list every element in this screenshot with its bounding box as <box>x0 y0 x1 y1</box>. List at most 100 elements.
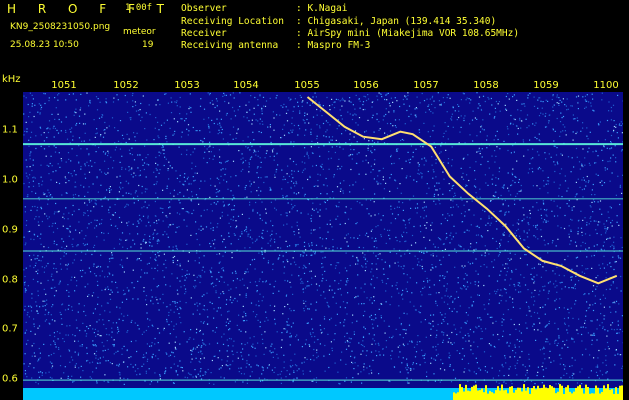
noise-dot <box>352 114 354 116</box>
noise-dot <box>101 289 103 291</box>
noise-dot <box>296 225 298 227</box>
noise-dot <box>273 148 275 150</box>
noise-dot <box>283 272 285 274</box>
noise-dot <box>77 244 79 246</box>
noise-dot <box>446 219 449 222</box>
noise-dot <box>129 168 131 170</box>
noise-dot <box>314 92 316 94</box>
noise-dot <box>262 369 264 371</box>
noise-dot <box>42 192 45 194</box>
noise-dot <box>134 243 136 245</box>
noise-dot <box>131 319 133 322</box>
noise-dot <box>522 141 525 143</box>
noise-dot <box>561 281 563 283</box>
noise-dot <box>65 131 67 133</box>
noise-dot <box>418 131 421 133</box>
noise-dot <box>567 317 569 319</box>
noise-dot <box>189 93 191 95</box>
noise-dot <box>25 321 27 323</box>
noise-dot <box>539 140 541 142</box>
noise-dot <box>518 178 520 181</box>
noise-dot <box>212 103 214 105</box>
noise-dot <box>302 291 305 293</box>
noise-dot <box>513 323 515 326</box>
noise-dot <box>40 145 42 147</box>
noise-dot <box>222 168 224 170</box>
noise-dot <box>461 199 463 201</box>
noise-dot <box>432 320 434 322</box>
noise-dot <box>203 137 205 140</box>
noise-dot <box>36 257 38 260</box>
noise-dot <box>543 347 545 349</box>
noise-dot <box>190 297 192 299</box>
noise-dot <box>302 169 305 171</box>
noise-dot <box>101 305 103 307</box>
noise-dot <box>478 103 480 105</box>
noise-dot <box>279 373 281 375</box>
noise-dot <box>523 218 525 220</box>
noise-dot <box>94 328 96 330</box>
noise-dot <box>40 108 42 110</box>
noise-dot <box>610 311 612 313</box>
noise-dot <box>351 361 353 363</box>
spectrogram-background <box>23 92 623 400</box>
noise-dot <box>338 382 340 385</box>
noise-dot <box>467 286 469 288</box>
noise-dot <box>609 206 611 208</box>
noise-dot <box>245 146 247 148</box>
noise-dot <box>199 130 201 132</box>
noise-dot <box>257 176 260 179</box>
noise-dot <box>45 265 47 267</box>
noise-dot <box>420 291 422 293</box>
noise-dot <box>117 99 119 101</box>
noise-dot <box>169 127 171 129</box>
noise-dot <box>28 182 30 184</box>
y-tick-label: 0.7 <box>2 323 18 335</box>
noise-dot <box>519 235 521 237</box>
noise-dot <box>226 339 228 341</box>
noise-dot <box>85 253 87 255</box>
noise-dot <box>510 114 512 117</box>
noise-dot <box>523 103 525 105</box>
noise-dot <box>310 220 312 222</box>
noise-dot <box>34 218 36 220</box>
noise-dot <box>227 318 229 320</box>
noise-dot <box>70 131 72 133</box>
noise-dot <box>498 171 500 173</box>
noise-dot <box>500 194 502 197</box>
noise-dot <box>80 184 82 186</box>
noise-dot <box>156 286 158 288</box>
noise-dot <box>595 277 597 279</box>
noise-dot <box>97 362 99 364</box>
noise-dot <box>459 305 461 307</box>
noise-dot <box>526 264 528 266</box>
noise-dot <box>179 181 181 183</box>
noise-dot <box>508 190 510 192</box>
noise-dot <box>232 345 234 347</box>
noise-dot <box>138 184 140 187</box>
noise-dot <box>334 362 336 364</box>
noise-dot <box>291 117 293 119</box>
noise-dot <box>258 377 260 379</box>
noise-dot <box>385 108 387 110</box>
noise-dot <box>47 262 49 265</box>
noise-dot <box>606 335 608 337</box>
noise-dot <box>605 277 607 279</box>
noise-dot <box>355 94 357 96</box>
noise-dot <box>48 225 50 227</box>
noise-dot <box>93 206 95 208</box>
noise-dot <box>336 313 338 315</box>
noise-dot <box>480 328 482 330</box>
noise-dot <box>424 270 426 272</box>
noise-dot <box>390 97 392 99</box>
noise-dot <box>64 247 66 250</box>
noise-dot <box>385 301 387 303</box>
noise-dot <box>260 131 262 134</box>
noise-dot <box>406 365 408 367</box>
noise-dot <box>345 363 347 365</box>
noise-dot <box>71 243 73 246</box>
noise-dot <box>62 240 65 243</box>
noise-dot <box>453 324 455 326</box>
noise-dot <box>232 194 234 196</box>
noise-dot <box>26 128 28 130</box>
